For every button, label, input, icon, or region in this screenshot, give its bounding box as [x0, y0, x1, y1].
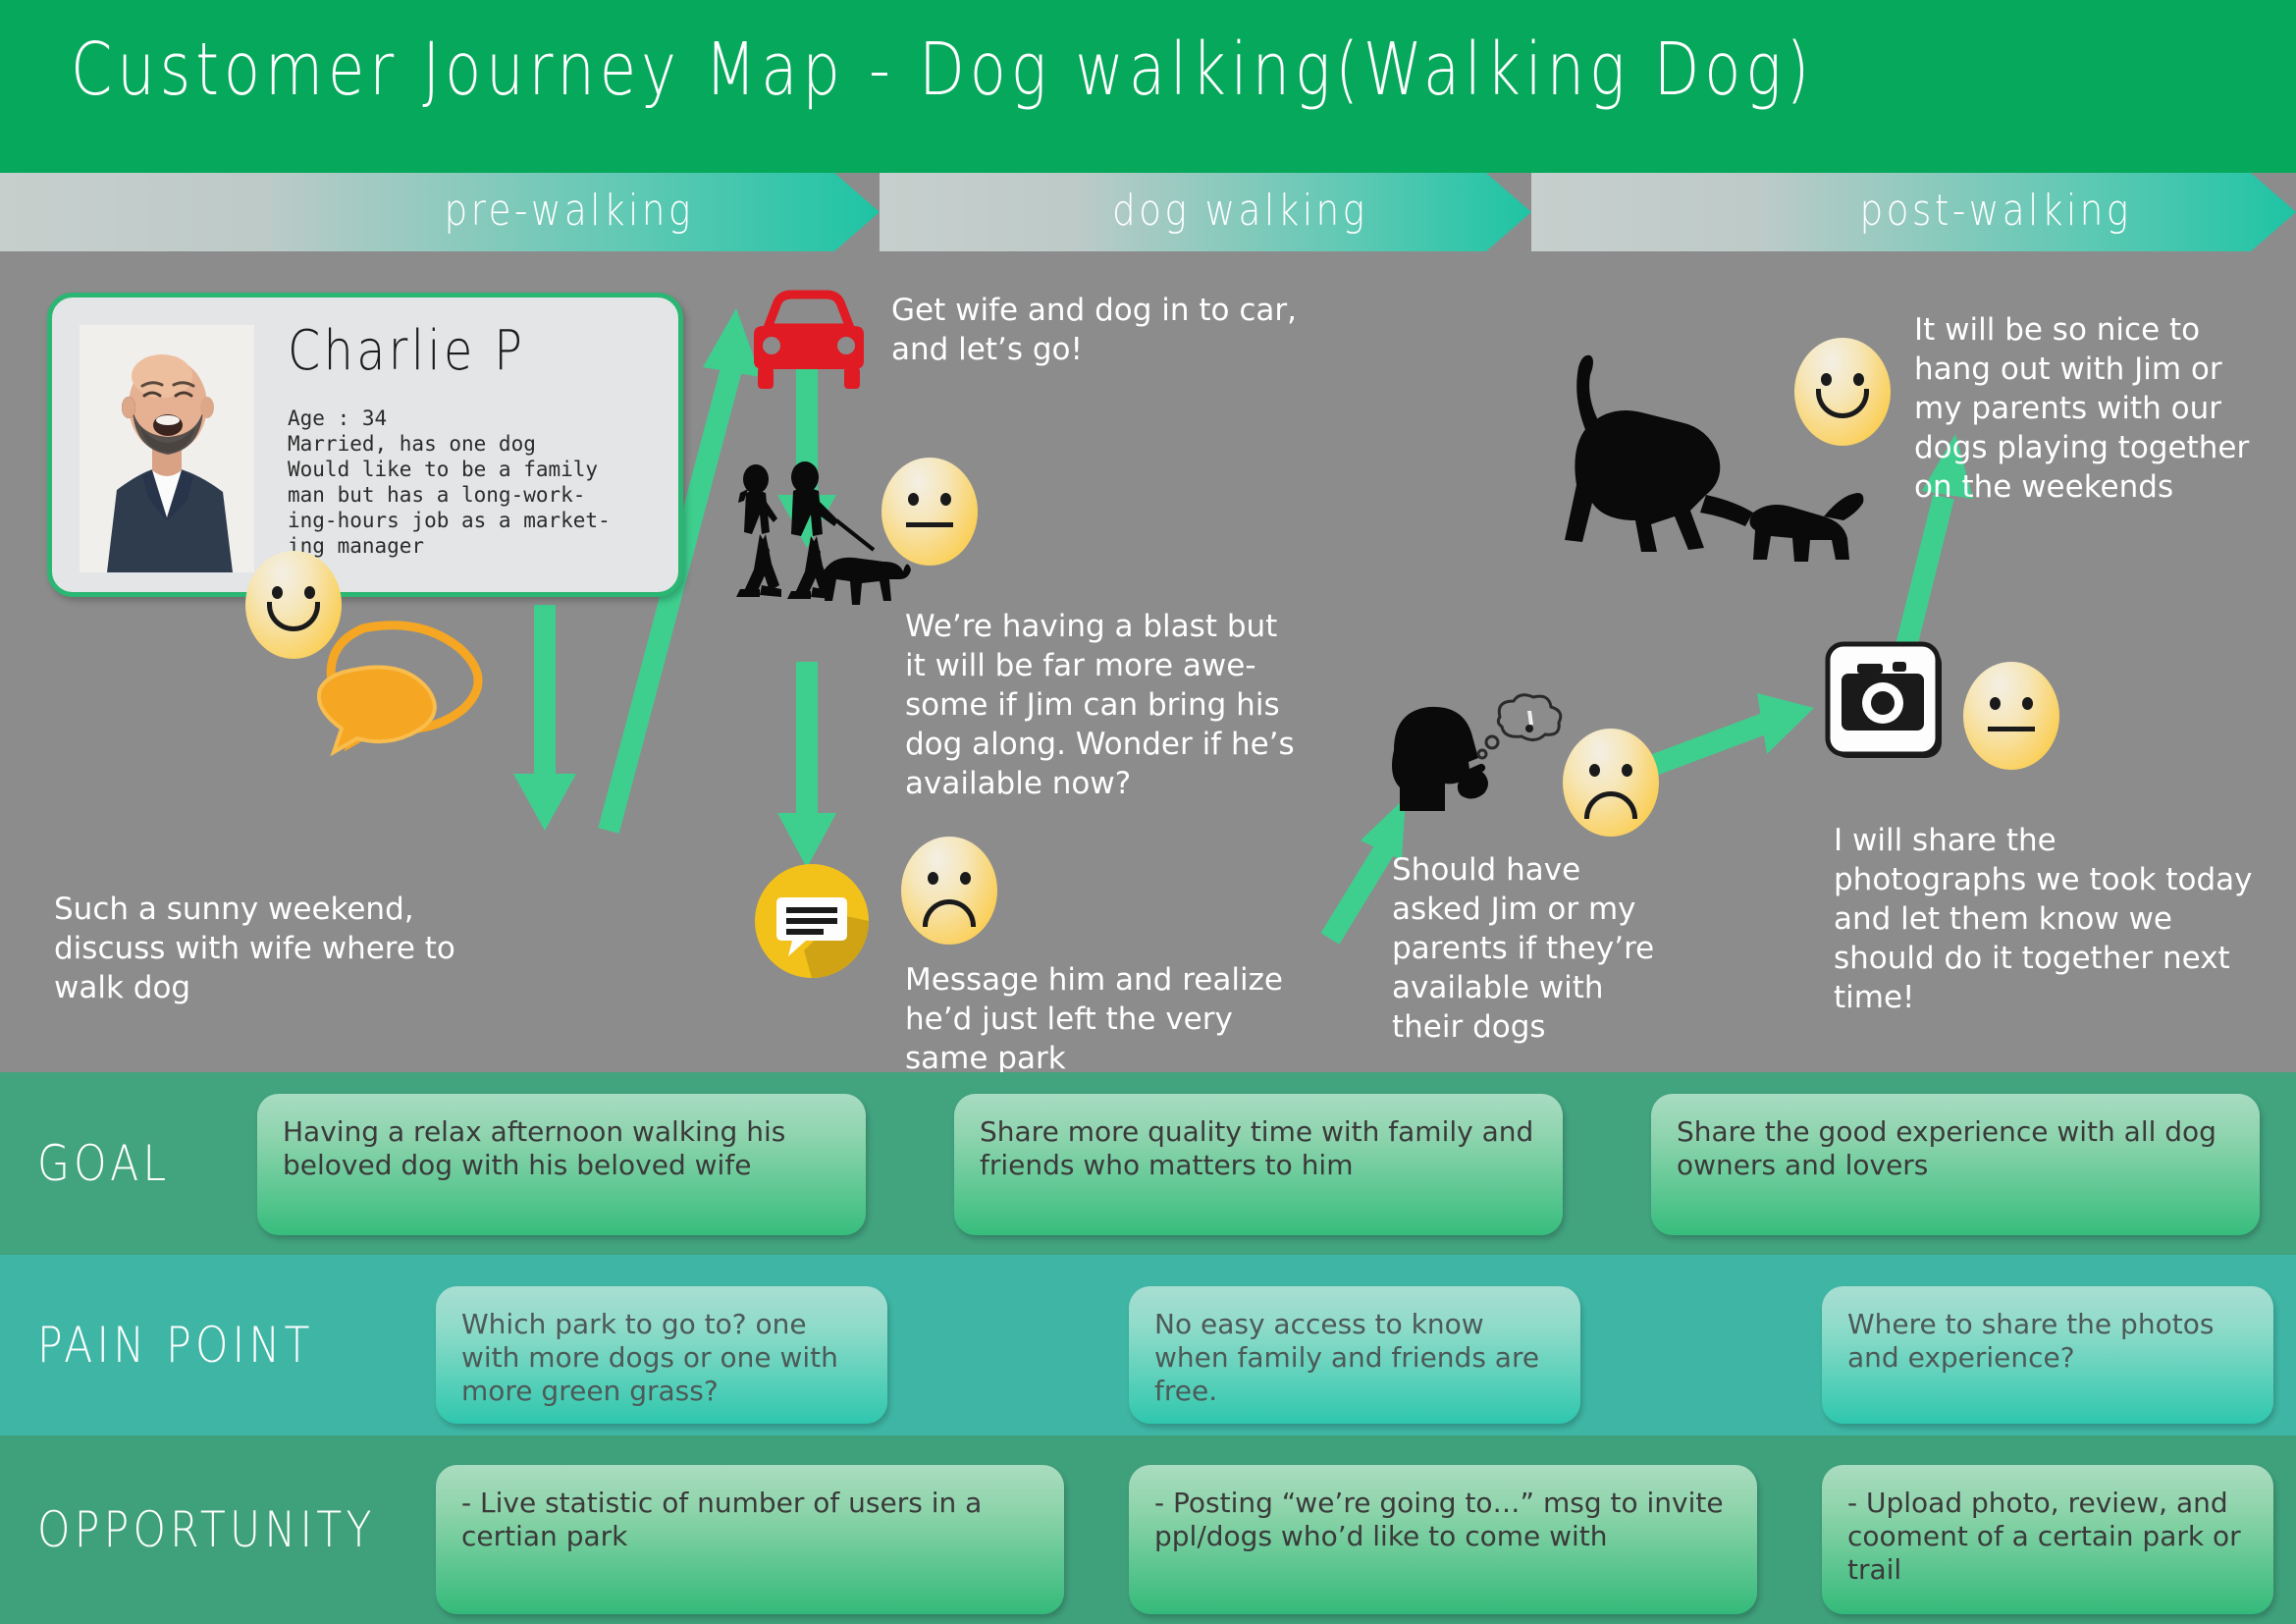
opportunity-row-label: OPPORTUNITY — [37, 1501, 376, 1558]
phase-label-post-walking: post-walking — [1859, 186, 2132, 236]
opportunity-card-1[interactable]: - Live statistic of number of users in a… — [436, 1465, 1064, 1614]
phase-label-pre-walking: pre-walking — [444, 186, 694, 236]
persona-name: Charlie P — [288, 319, 526, 383]
phase-banner: pre-walking dog walking post-walking — [0, 173, 2296, 251]
opportunity-row: OPPORTUNITY - Live statistic of number o… — [0, 1435, 2296, 1624]
emoji-disc — [901, 837, 997, 945]
persona-photo — [80, 325, 254, 572]
persona-details: Age : 34 Married, has one dog Would like… — [288, 406, 611, 558]
emoji-eye-left — [272, 586, 283, 599]
persona-card[interactable]: Charlie P Age : 34 Married, has one dog … — [47, 293, 683, 597]
emoji-sad-step5 — [1563, 729, 1659, 837]
journey-step3-text: We’re having a blast but it will be far … — [905, 609, 1295, 801]
arrow-walking-to-message — [777, 662, 836, 868]
emoji-eye-right — [304, 586, 315, 599]
car-icon — [754, 290, 864, 389]
emoji-eye-left — [1990, 697, 2001, 710]
journey-step5-text: Should have asked Jim or my parents if t… — [1392, 852, 1655, 1045]
journey-map-root: Customer Journey Map - Dog walking(Walki… — [0, 0, 2296, 1624]
arrow-thinking-to-camera — [1645, 693, 1814, 778]
pain-point-row-label: PAIN POINT — [37, 1317, 314, 1374]
goal-card-1[interactable]: Having a relax afternoon walking his bel… — [257, 1094, 866, 1235]
emoji-neutral-step7 — [1963, 662, 2059, 770]
pain-point-row: PAIN POINT Which park to go to? one with… — [0, 1255, 2296, 1435]
emoji-disc — [1563, 729, 1659, 837]
arrow-persona-to-step1 — [513, 605, 576, 831]
emoji-happy-step6 — [1794, 338, 1891, 446]
emoji-disc — [1963, 662, 2059, 770]
emoji-mouth-flat — [1988, 727, 2035, 731]
emoji-eye-right — [2022, 697, 2033, 710]
emoji-eye-left — [1821, 373, 1832, 386]
journey-step7-text: I will share the photographs we took tod… — [1834, 823, 2253, 1015]
goal-card-3[interactable]: Share the good experience with all dog o… — [1651, 1094, 2260, 1235]
opportunity-card-2[interactable]: - Posting “we’re going to…” msg to invit… — [1129, 1465, 1757, 1614]
message-icon — [755, 864, 869, 978]
journey-step4-text: Message him and realize he’d just left t… — [905, 962, 1283, 1076]
emoji-eye-right — [1622, 764, 1632, 777]
journey-stage: Charlie P Age : 34 Married, has one dog … — [0, 251, 2296, 1076]
thinking-head-icon — [1392, 693, 1563, 811]
goal-row-label: GOAL — [37, 1135, 171, 1192]
goal-card-2[interactable]: Share more quality time with family and … — [954, 1094, 1563, 1235]
emoji-mouth-flat — [906, 522, 953, 527]
journey-step2-text: Get wife and dog in to car, and let’s go… — [891, 293, 1297, 367]
emoji-eye-right — [960, 872, 971, 885]
emoji-eye-left — [1589, 764, 1600, 777]
goal-row: GOAL Having a relax afternoon walking hi… — [0, 1072, 2296, 1255]
journey-step1-text: Such a sunny weekend, discuss with wife … — [54, 892, 455, 1005]
emoji-disc — [881, 458, 978, 566]
emoji-eye-right — [1853, 373, 1864, 386]
pain-card-3[interactable]: Where to share the photos and experience… — [1822, 1286, 2273, 1424]
page-header: Customer Journey Map - Dog walking(Walki… — [0, 0, 2296, 173]
journey-step6-text: It will be so nice to hang out with Jim … — [1914, 312, 2250, 505]
pain-card-1[interactable]: Which park to go to? one with more dogs … — [436, 1286, 887, 1424]
emoji-eye-left — [928, 872, 938, 885]
camera-icon — [1825, 641, 1942, 758]
emoji-eye-left — [908, 493, 919, 506]
page-title: Customer Journey Map - Dog walking(Walki… — [71, 27, 1815, 112]
emoji-sad-step4 — [901, 837, 997, 945]
emoji-eye-right — [940, 493, 951, 506]
opportunity-card-3[interactable]: - Upload photo, review, and cooment of a… — [1822, 1465, 2273, 1614]
phase-chevron-pre-walking[interactable] — [0, 173, 880, 251]
speech-bubbles-icon — [317, 621, 483, 757]
emoji-neutral-step3 — [881, 458, 978, 566]
phase-label-dog-walking: dog walking — [1111, 186, 1368, 236]
pain-card-2[interactable]: No easy access to know when family and f… — [1129, 1286, 1580, 1424]
